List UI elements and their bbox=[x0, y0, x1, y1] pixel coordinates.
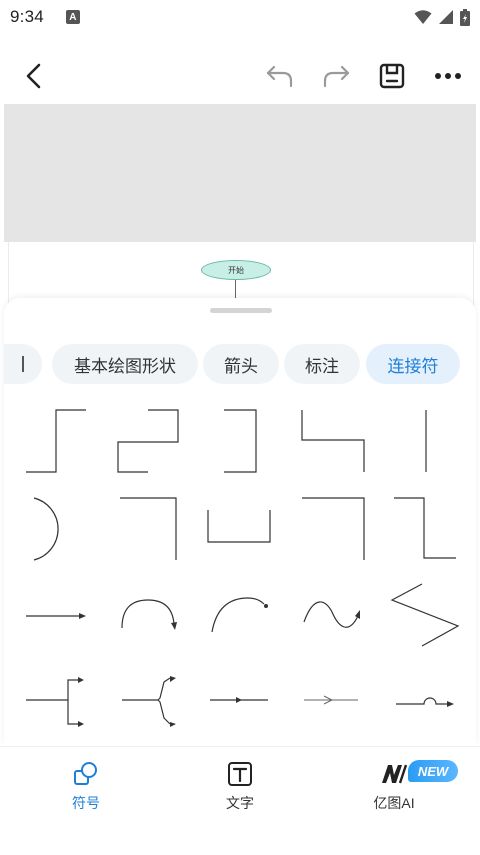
shape-curved-arrow[interactable] bbox=[104, 576, 194, 656]
status-icons bbox=[414, 8, 470, 26]
arc-connector-icon bbox=[33, 497, 59, 561]
bracket-connector-icon bbox=[224, 409, 257, 473]
connector-grid bbox=[4, 398, 476, 746]
redo-icon bbox=[323, 65, 350, 88]
shape-vertical-line[interactable] bbox=[376, 402, 466, 482]
corner-down-connector-icon bbox=[302, 497, 365, 560]
nav-symbols[interactable]: 符号 bbox=[26, 761, 146, 813]
step-connector-icon bbox=[26, 409, 86, 473]
straight-arrow-icon bbox=[26, 613, 86, 619]
category-chip-arrows[interactable]: 箭头 bbox=[203, 344, 279, 384]
bottom-navigation: 符号 文字 亿图AI bbox=[0, 746, 480, 855]
nav-text-label: 文字 bbox=[226, 795, 254, 811]
double-step-connector-icon bbox=[117, 409, 179, 473]
canvas-background[interactable] bbox=[4, 104, 476, 242]
shape-step-connector[interactable] bbox=[14, 402, 104, 482]
shape-jump-over-arrow[interactable] bbox=[376, 662, 466, 742]
jump-over-arrow-icon bbox=[396, 697, 454, 707]
arc-arrow-icon bbox=[211, 597, 268, 633]
shape-thin-arrow[interactable] bbox=[284, 662, 374, 742]
shape-step-down-connector[interactable] bbox=[376, 490, 466, 570]
back-button[interactable] bbox=[14, 56, 54, 96]
shape-wave-arrow[interactable] bbox=[284, 576, 374, 656]
corner-connector-icon bbox=[120, 497, 177, 560]
shape-line-with-midpoint[interactable] bbox=[194, 662, 284, 742]
symbol-panel: 基本绘图形状 箭头 标注 连接符 bbox=[4, 298, 476, 746]
undo-button[interactable] bbox=[260, 56, 300, 96]
reverse-step-connector-icon bbox=[301, 410, 365, 472]
undo-icon bbox=[266, 65, 293, 88]
chip-label: 连接符 bbox=[387, 356, 439, 376]
category-chip-basic-shapes[interactable]: 基本绘图形状 bbox=[52, 344, 198, 384]
wifi-icon bbox=[414, 10, 432, 24]
shape-arc-arrow[interactable] bbox=[194, 576, 284, 656]
nav-symbols-label: 符号 bbox=[72, 795, 100, 811]
symbols-icon bbox=[74, 762, 97, 785]
wave-arrow-icon bbox=[303, 601, 360, 628]
more-icon bbox=[435, 73, 461, 79]
chip-fragment bbox=[22, 356, 24, 372]
shape-u-connector[interactable] bbox=[194, 490, 284, 570]
shape-zigzag-line[interactable] bbox=[376, 576, 466, 656]
nav-text[interactable]: 文字 bbox=[180, 761, 300, 813]
zigzag-line-icon bbox=[390, 583, 460, 647]
signal-icon bbox=[439, 10, 453, 24]
more-button[interactable] bbox=[428, 56, 468, 96]
ai-logo-icon bbox=[382, 764, 408, 784]
save-button[interactable] bbox=[372, 56, 412, 96]
sheet-drag-handle[interactable] bbox=[210, 308, 272, 313]
nav-ai-label: 亿图AI bbox=[373, 795, 415, 811]
shape-bracket-connector[interactable] bbox=[194, 402, 284, 482]
step-down-connector-icon bbox=[394, 497, 456, 559]
category-tabs: 基本绘图形状 箭头 标注 连接符 bbox=[4, 344, 476, 384]
category-chip-connectors[interactable]: 连接符 bbox=[366, 344, 460, 384]
shape-corner-connector[interactable] bbox=[104, 490, 194, 570]
u-connector-icon bbox=[207, 510, 271, 543]
chip-label: 基本绘图形状 bbox=[74, 356, 176, 376]
shape-straight-arrow[interactable] bbox=[14, 576, 104, 656]
chip-label: 箭头 bbox=[224, 356, 258, 376]
redo-button[interactable] bbox=[316, 56, 356, 96]
line-with-midpoint-icon bbox=[210, 697, 268, 703]
text-icon bbox=[228, 762, 252, 786]
back-arrow-icon bbox=[26, 63, 41, 89]
shape-corner-down-connector[interactable] bbox=[284, 490, 374, 570]
start-node[interactable]: 开始 bbox=[201, 260, 271, 280]
curved-arrow-icon bbox=[121, 599, 177, 630]
new-badge: NEW bbox=[408, 760, 458, 782]
shape-y-connector[interactable] bbox=[104, 662, 194, 742]
save-icon bbox=[379, 63, 405, 89]
chip-label: 标注 bbox=[305, 356, 339, 376]
category-chip-callouts[interactable]: 标注 bbox=[284, 344, 360, 384]
status-time: 9:34 bbox=[10, 7, 44, 26]
fork-connector-icon bbox=[26, 677, 84, 727]
top-app-bar bbox=[0, 46, 480, 104]
shape-double-step-connector[interactable] bbox=[104, 402, 194, 482]
thin-arrow-icon bbox=[304, 695, 358, 705]
category-chip-partial[interactable] bbox=[4, 344, 42, 384]
shape-fork-connector[interactable] bbox=[14, 662, 104, 742]
shape-arc-connector[interactable] bbox=[14, 490, 104, 570]
notification-icon: A bbox=[65, 10, 80, 24]
status-bar: 9:34 A bbox=[0, 0, 480, 34]
y-connector-icon bbox=[122, 676, 176, 727]
vertical-line-icon bbox=[425, 410, 427, 472]
shape-reverse-step-connector[interactable] bbox=[284, 402, 374, 482]
battery-icon bbox=[460, 8, 470, 26]
